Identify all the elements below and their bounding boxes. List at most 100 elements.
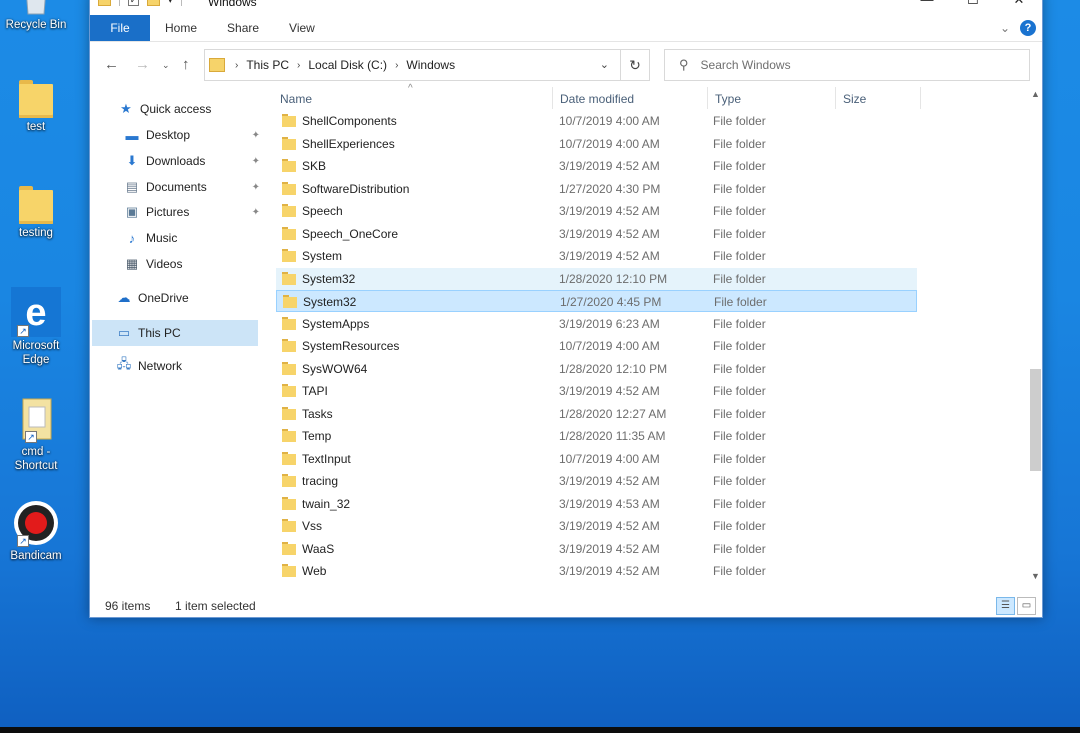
new-folder-icon[interactable] [147,0,160,6]
table-row[interactable]: WaaS 3/19/2019 4:52 AM File folder [276,538,917,560]
details-view-icon[interactable]: ☰ [996,597,1015,615]
nav-item-this-pc[interactable]: ▭ This PC [92,320,258,346]
nav-item-quick-access[interactable]: ★ Quick access [118,98,211,120]
folder-icon [282,541,296,555]
chevron-right-icon[interactable]: › [297,60,300,71]
scrollbar-thumb[interactable] [1030,369,1041,471]
recent-locations-icon[interactable]: ⌄ [162,60,170,71]
file-date-modified: 1/28/2020 12:10 PM [559,271,668,286]
file-date-modified: 10/7/2019 4:00 AM [559,136,660,151]
expand-ribbon-icon[interactable]: ⌄ [1000,21,1010,35]
column-divider[interactable] [707,87,708,109]
file-date-modified: 3/19/2019 4:52 AM [559,384,660,398]
desktop-icon-bandicam[interactable]: ↗ Bandicam [2,499,70,563]
desktop-icon-test[interactable]: test [2,78,70,134]
back-arrow-icon[interactable]: ← [104,56,119,73]
refresh-button[interactable]: ↻ [620,49,650,81]
chevron-right-icon[interactable]: › [235,60,238,71]
file-name: Temp [302,429,332,443]
column-header-type[interactable]: Type [715,87,741,111]
close-button[interactable]: ✕ [996,0,1042,7]
table-row[interactable]: System 3/19/2019 4:52 AM File folder [276,245,917,267]
table-row[interactable]: SysWOW64 1/28/2020 12:10 PM File folder [276,358,917,380]
column-header-name[interactable]: Name [280,87,312,111]
pin-icon[interactable]: ✦ [252,156,260,167]
folder-icon [282,429,296,442]
table-row[interactable]: SoftwareDistribution 1/27/2020 4:30 PM Fil… [276,178,917,200]
desktop-icon-testing[interactable]: testing [2,184,70,240]
table-row[interactable]: Speech_OneCore 3/19/2019 4:52 AM File fold… [276,223,917,245]
table-row[interactable]: Speech 3/19/2019 4:52 AM File folder [276,200,917,222]
table-row[interactable]: Web 3/19/2019 4:52 AM File folder [276,560,917,582]
address-bar[interactable]: › This PC › Local Disk (C:) › Windows ⌄ [204,49,650,81]
table-row[interactable]: Tasks 1/28/2020 12:27 AM File folder [276,403,917,425]
file-date-modified: 1/27/2020 4:30 PM [559,181,661,196]
address-dropdown-icon[interactable]: ⌄ [600,58,609,71]
nav-item-network[interactable]: 🖧 Network [116,355,182,377]
breadcrumb-windows[interactable]: Windows [406,58,455,72]
desktop-icon-cmd-shortcut[interactable]: ↗ cmd - Shortcut [2,397,70,473]
help-icon[interactable]: ? [1020,20,1036,36]
file-name: twain_32 [302,496,351,511]
file-date-modified: 3/19/2019 4:52 AM [559,541,660,556]
star-icon: ★ [120,101,132,116]
chevron-right-icon[interactable]: › [395,60,398,71]
table-row[interactable]: SKB 3/19/2019 4:52 AM File folder [276,155,917,177]
tab-file[interactable]: File [90,15,150,41]
file-name: WaaS [302,541,335,556]
table-row[interactable]: TextInput 10/7/2019 4:00 AM File folder [276,448,917,470]
vertical-scrollbar[interactable]: ▲ ▼ [1028,87,1043,583]
table-row[interactable]: SystemApps 3/19/2019 6:23 AM File folder [276,313,917,335]
nav-item-pictures[interactable]: ▣ Pictures ✦ [124,201,260,223]
nav-item-onedrive[interactable]: ☁ OneDrive [116,287,189,309]
column-divider[interactable] [920,87,921,109]
table-row[interactable]: ShellExperiences 10/7/2019 4:00 AM File fo… [276,133,917,155]
tab-share[interactable]: Share [212,15,274,41]
tab-home[interactable]: Home [150,15,212,41]
breadcrumb-local-disk[interactable]: Local Disk (C:) [308,58,387,72]
scroll-up-icon[interactable]: ▲ [1031,89,1040,99]
table-row[interactable]: twain_32 3/19/2019 4:53 AM File folder [276,493,917,515]
file-type: File folder [713,541,766,556]
column-header-size[interactable]: Size [843,87,866,111]
large-icons-view-icon[interactable]: ▭ [1017,597,1036,615]
pin-icon[interactable]: ✦ [252,130,260,141]
column-divider[interactable] [835,87,836,109]
desktop-icon-microsoft-edge[interactable]: e ↗ Microsoft Edge [2,287,70,367]
table-row[interactable]: Vss 3/19/2019 4:52 AM File folder [276,515,917,537]
pin-icon[interactable]: ✦ [252,207,260,218]
table-row[interactable]: TAPI 3/19/2019 4:52 AM File folder [276,380,917,402]
tab-view[interactable]: View [274,15,330,41]
scroll-down-icon[interactable]: ▼ [1031,571,1040,581]
nav-item-downloads[interactable]: ⬇ Downloads ✦ [124,150,260,172]
table-row[interactable]: System32 1/27/2020 4:45 PM File folder [276,290,917,312]
file-date-modified: 1/28/2020 11:35 AM [559,429,666,443]
maximize-button[interactable]: ☐ [950,0,996,7]
properties-icon[interactable]: ✓ [128,0,139,6]
chevron-down-icon[interactable]: ▾ [168,0,173,6]
file-type: File folder [713,114,766,128]
cmd-icon: ↗ [19,397,53,443]
table-row[interactable]: System32 1/28/2020 12:10 PM File folder [276,267,917,290]
table-row[interactable]: tracing 3/19/2019 4:52 AM File folder [276,470,917,492]
pin-icon[interactable]: ✦ [252,182,260,193]
nav-item-label: Videos [146,257,183,271]
file-type: File folder [713,519,766,533]
breadcrumb-this-pc[interactable]: This PC [246,58,289,72]
table-row[interactable]: SystemResources 10/7/2019 4:00 AM File fol… [276,335,917,357]
column-header-date-modified[interactable]: Date modified [560,87,634,111]
search-input[interactable] [700,58,1001,72]
search-box[interactable]: ⚲ [664,49,1030,81]
table-row[interactable]: Temp 1/28/2020 11:35 AM File folder [276,425,917,447]
table-row[interactable]: ShellComponents 10/7/2019 4:00 AM File fol… [276,110,917,132]
nav-item-desktop[interactable]: ▬ Desktop ✦ [124,124,261,146]
minimize-button[interactable]: — [904,0,950,7]
column-divider[interactable] [552,87,553,109]
nav-item-videos[interactable]: ▦ Videos [124,253,183,275]
forward-arrow-icon[interactable]: → [135,56,150,73]
nav-item-documents[interactable]: ▤ Documents ✦ [124,176,260,198]
up-arrow-icon[interactable]: ↑ [182,56,190,73]
desktop-icon-recycle-bin[interactable]: Recycle Bin [2,0,70,32]
nav-item-music[interactable]: ♪ Music [124,227,178,249]
nav-item-label: Downloads [146,154,206,168]
